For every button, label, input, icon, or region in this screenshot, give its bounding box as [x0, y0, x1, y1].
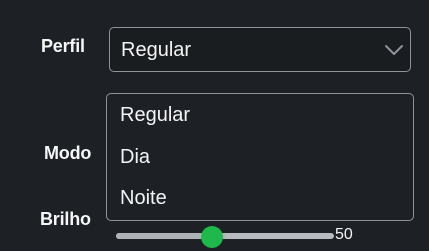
chevron-down-icon[interactable] — [384, 40, 404, 60]
mode-label: Modo — [44, 143, 92, 163]
profile-option-dia[interactable]: Dia — [120, 146, 150, 169]
profile-label: Perfil — [41, 36, 85, 56]
settings-panel: Perfil Regular Modo Brilho 50 Regular Di… — [0, 0, 429, 251]
profile-option-regular[interactable]: Regular — [120, 104, 190, 127]
brightness-value: 50 — [335, 228, 353, 242]
brightness-slider-track[interactable] — [116, 233, 334, 239]
profile-select[interactable]: Regular — [109, 27, 411, 72]
brightness-slider-thumb[interactable] — [201, 226, 223, 248]
profile-option-noite[interactable]: Noite — [120, 187, 167, 210]
brightness-label: Brilho — [40, 209, 91, 229]
profile-options-list: Regular Dia Noite — [106, 93, 414, 221]
profile-select-value: Regular — [121, 39, 192, 61]
